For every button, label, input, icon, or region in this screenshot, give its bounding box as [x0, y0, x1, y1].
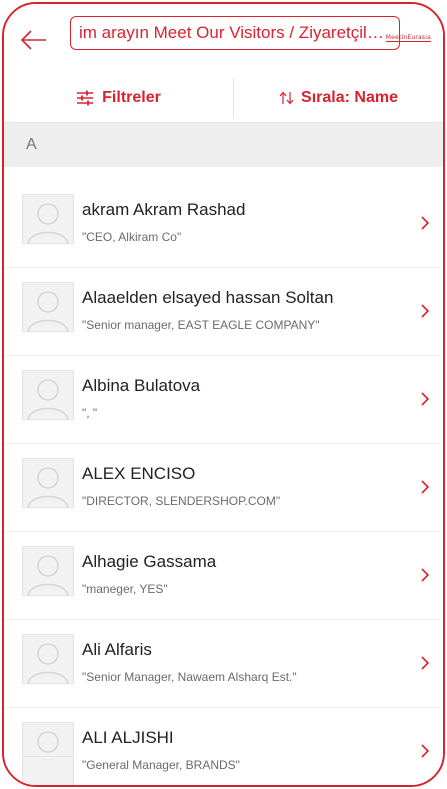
person-placeholder-icon [27, 203, 69, 243]
filter-sort-toolbar: Filtreler Sırala: Name [4, 74, 443, 123]
visitor-title: "Senior manager, EAST EAGLE COMPANY" [82, 318, 320, 332]
visitor-title: "Senior Manager, Nawaem Alsharq Est." [82, 670, 297, 684]
avatar [22, 634, 74, 684]
person-placeholder-icon [27, 643, 69, 683]
sort-label: Sırala: Name [301, 89, 398, 106]
search-input-value: im arayın Meet Our Visitors / Ziyaretçil… [79, 23, 391, 42]
avatar [22, 282, 74, 332]
person-placeholder-icon [27, 467, 69, 507]
avatar [22, 194, 74, 244]
list-item[interactable]: Alhagie Gassama "maneger, YES" [4, 531, 443, 619]
person-placeholder-icon [27, 291, 69, 331]
arrow-left-icon [20, 30, 46, 50]
list-item[interactable]: Alaaelden elsayed hassan Soltan "Senior … [4, 267, 443, 355]
visitor-name: akram Akram Rashad [82, 200, 246, 219]
list-item[interactable]: akram Akram Rashad "CEO, Alkiram Co" [4, 180, 443, 267]
list-item[interactable]: Albina Bulatova ", " [4, 355, 443, 443]
brand-logo: MeetinEurasia [385, 34, 431, 42]
avatar [22, 370, 74, 420]
visitor-name: ALEX ENCISO [82, 464, 196, 483]
sliders-icon [77, 90, 94, 106]
visitor-title: "General Manager, BRANDS" [82, 758, 240, 772]
person-placeholder-icon [27, 379, 69, 419]
back-button[interactable] [18, 24, 50, 56]
visitor-name: Ali Alfaris [82, 640, 152, 659]
visitor-title: "CEO, Alkiram Co" [82, 230, 182, 244]
avatar [22, 458, 74, 508]
section-letter: A [26, 136, 37, 153]
chevron-right-icon [421, 568, 430, 582]
chevron-right-icon [421, 656, 430, 670]
chevron-right-icon [421, 304, 430, 318]
visitor-title: ", " [82, 406, 98, 420]
filters-button[interactable]: Filtreler [4, 74, 233, 122]
avatar [22, 546, 74, 596]
visitor-name: Alhagie Gassama [82, 552, 217, 571]
app-frame: im arayın Meet Our Visitors / Ziyaretçil… [2, 2, 445, 787]
search-input[interactable]: im arayın Meet Our Visitors / Ziyaretçil… [70, 16, 400, 50]
visitor-title: "DIRECTOR, SLENDERSHOP.COM" [82, 494, 281, 508]
chevron-right-icon [421, 744, 430, 758]
top-bar: im arayın Meet Our Visitors / Ziyaretçil… [4, 4, 443, 75]
next-row-avatar-partial [22, 756, 74, 785]
list-item[interactable]: Ali Alfaris "Senior Manager, Nawaem Alsh… [4, 619, 443, 707]
chevron-right-icon [421, 216, 430, 230]
filters-label: Filtreler [102, 89, 161, 106]
list-item[interactable]: ALEX ENCISO "DIRECTOR, SLENDERSHOP.COM" [4, 443, 443, 531]
chevron-right-icon [421, 480, 430, 494]
visitor-name: ALI ALJISHI [82, 728, 174, 747]
sort-button[interactable]: Sırala: Name [234, 74, 443, 122]
chevron-right-icon [421, 392, 430, 406]
visitor-list: akram Akram Rashad "CEO, Alkiram Co" Ala… [4, 180, 443, 785]
sort-arrows-icon [279, 91, 294, 105]
visitor-name: Alaaelden elsayed hassan Soltan [82, 288, 334, 307]
visitor-name: Albina Bulatova [82, 376, 201, 395]
section-header-a: A [4, 123, 443, 167]
visitor-title: "maneger, YES" [82, 582, 168, 596]
person-placeholder-icon [27, 555, 69, 595]
